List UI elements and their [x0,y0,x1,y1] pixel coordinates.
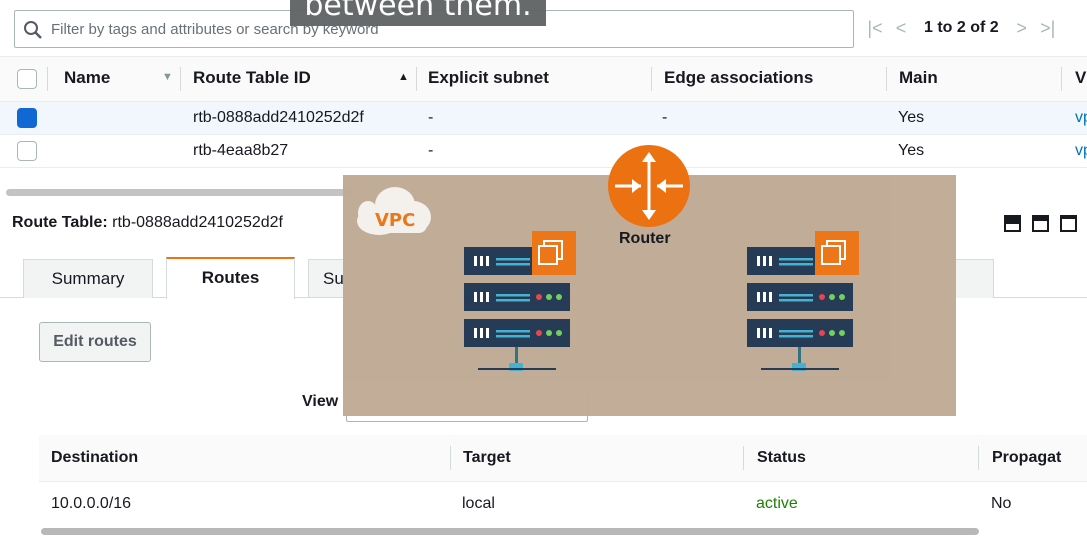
route-destination: 10.0.0.0/16 [51,495,132,512]
select-all-checkbox[interactable] [17,69,37,89]
routes-table-row[interactable]: 10.0.0.0/16 local active No [39,483,1087,525]
col-route-table-id[interactable]: Route Table ID [193,57,311,101]
col-status[interactable]: Status [757,435,806,481]
col-edge-associations[interactable]: Edge associations [664,57,813,101]
row-route-table-id: rtb-0888add2410252d2f [193,109,364,126]
vpc-label: VPC [375,210,415,231]
view-label: View [302,393,339,410]
col-explicit-subnet[interactable]: Explicit subnet association [428,57,640,101]
prev-page-icon[interactable]: < [892,18,910,39]
row-edge: - [662,109,668,126]
row-main: Yes [898,109,925,126]
row-explicit: - [428,109,434,126]
server-stack-left-icon [464,231,576,371]
pagination-text: 1 to 2 of 2 [924,19,999,36]
routes-scrollbar[interactable] [41,528,979,535]
edit-routes-button[interactable]: Edit routes [39,322,151,362]
split-bottom-icon[interactable] [1004,215,1021,232]
col-target[interactable]: Target [463,435,511,481]
route-propagated: No [991,495,1012,512]
routes-table-header: Destination Target Status Propagat [39,435,1087,482]
table-scrollbar[interactable] [6,189,351,196]
row-route-table-id: rtb-4eaa8b27 [193,142,289,159]
table-row[interactable]: rtb-4eaa8b27 - Yes vp [0,135,1087,168]
route-target: local [462,495,495,512]
row-explicit: - [428,142,434,159]
router-label: Router [619,230,671,247]
search-icon [24,21,42,39]
row-checkbox[interactable] [17,108,37,128]
route-table-title-value: rtb-0888add2410252d2f [112,214,283,231]
table-header: Name ▼ Route Table ID ▲ Explicit subnet … [0,56,1087,102]
route-table-title: Route Table: rtb-0888add2410252d2f [12,214,283,232]
video-caption: between them. [290,0,546,26]
full-panel-icon[interactable] [1060,215,1077,232]
row-main: Yes [898,142,925,159]
col-propagated[interactable]: Propagat [992,435,1061,481]
router-icon [608,145,690,227]
route-table-title-label: Route Table: [12,214,108,231]
tab-summary[interactable]: Summary [23,259,153,298]
sort-up-icon[interactable]: ▲ [398,71,409,83]
last-page-icon[interactable]: >| [1039,18,1057,39]
col-vpc[interactable]: V [1075,57,1086,101]
vpc-cloud-icon: VPC [357,187,431,235]
pagination: |< < 1 to 2 of 2 > >| [866,14,1057,42]
col-name[interactable]: Name [64,57,110,101]
col-destination[interactable]: Destination [51,435,138,481]
table-row[interactable]: rtb-0888add2410252d2f - - Yes vp [0,102,1087,135]
route-status: active [756,495,798,512]
server-stack-right-icon [747,231,859,371]
first-page-icon[interactable]: |< [866,18,884,39]
sort-down-icon[interactable]: ▼ [162,71,173,83]
row-checkbox[interactable] [17,141,37,161]
next-page-icon[interactable]: > [1013,18,1031,39]
split-half-icon[interactable] [1032,215,1049,232]
tab-routes[interactable]: Routes [166,257,295,299]
col-main[interactable]: Main [899,57,938,101]
row-vpc-link[interactable]: vp [1075,102,1087,134]
row-vpc-link[interactable]: vp [1075,135,1087,167]
